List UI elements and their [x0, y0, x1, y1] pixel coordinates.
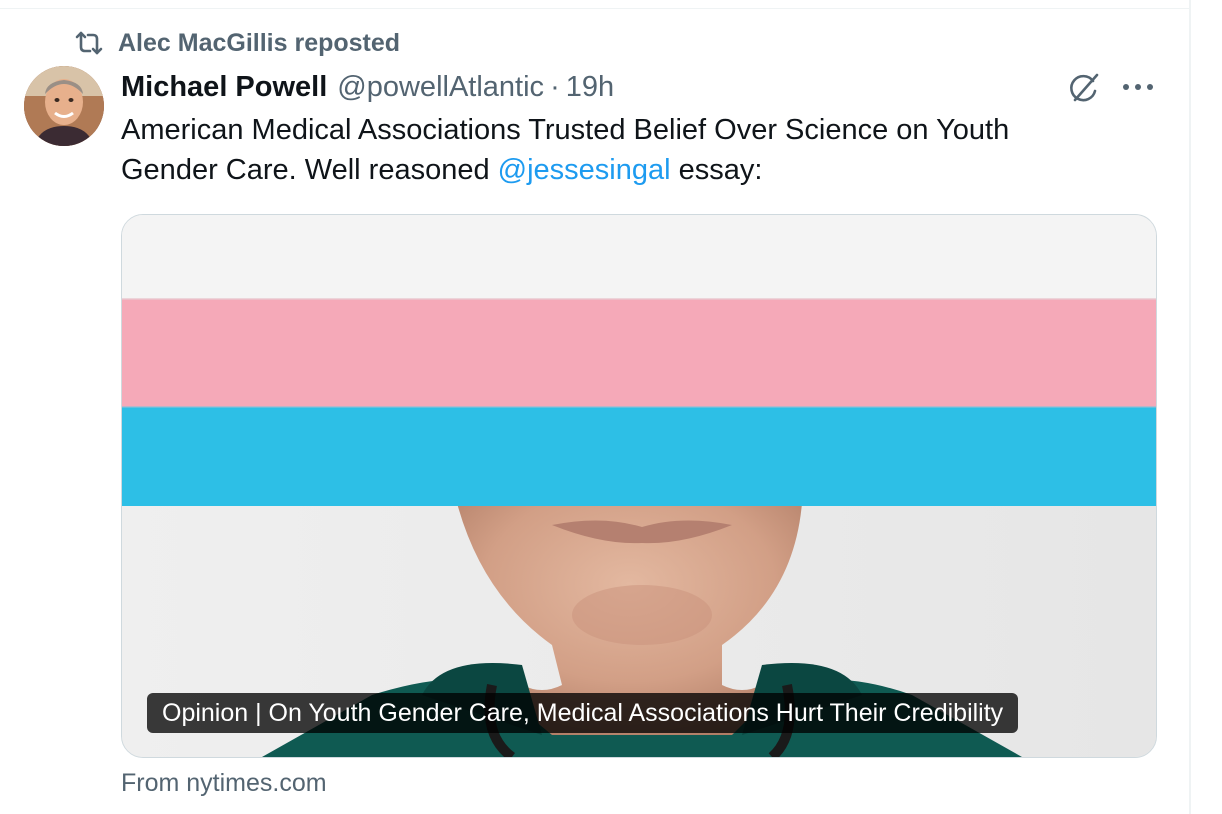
card-image — [122, 215, 1156, 757]
link-card[interactable]: Opinion | On Youth Gender Care, Medical … — [121, 214, 1157, 758]
tweet-container[interactable]: Alec MacGillis reposted Michael Powell @… — [0, 0, 1222, 814]
grok-icon — [1066, 70, 1102, 111]
tweet-text-line-2: Gender Care. Well reasoned @jessesingal … — [121, 150, 1121, 190]
more-button[interactable] — [1118, 70, 1158, 106]
card-caption[interactable]: Opinion | On Youth Gender Care, Medical … — [147, 693, 1019, 733]
tweet-text-before-mention: Gender Care. Well reasoned — [121, 154, 498, 186]
repost-context-label[interactable]: Alec MacGillis reposted — [118, 29, 400, 58]
avatar[interactable] — [24, 66, 104, 146]
separator-dot: · — [550, 70, 560, 103]
repost-icon — [74, 30, 104, 56]
mention-link[interactable]: @jessesingal — [498, 154, 671, 186]
divider — [0, 8, 1190, 9]
tweet-text-after-mention: essay: — [670, 154, 763, 186]
timestamp[interactable]: 19h — [566, 71, 614, 104]
grok-button[interactable] — [1064, 70, 1104, 110]
tweet-text: American Medical Associations Trusted Be… — [121, 110, 1121, 190]
tweet-header: Michael Powell @powellAtlantic · 19h — [121, 68, 614, 106]
timeline-border — [1189, 0, 1191, 814]
more-horizontal-icon — [1122, 79, 1154, 97]
tweet-text-line-1: American Medical Associations Trusted Be… — [121, 114, 1010, 146]
repost-context[interactable]: Alec MacGillis reposted — [74, 28, 400, 58]
author-name[interactable]: Michael Powell — [121, 71, 327, 104]
author-handle[interactable]: @powellAtlantic — [337, 71, 544, 104]
card-source[interactable]: From nytimes.com — [121, 766, 327, 800]
